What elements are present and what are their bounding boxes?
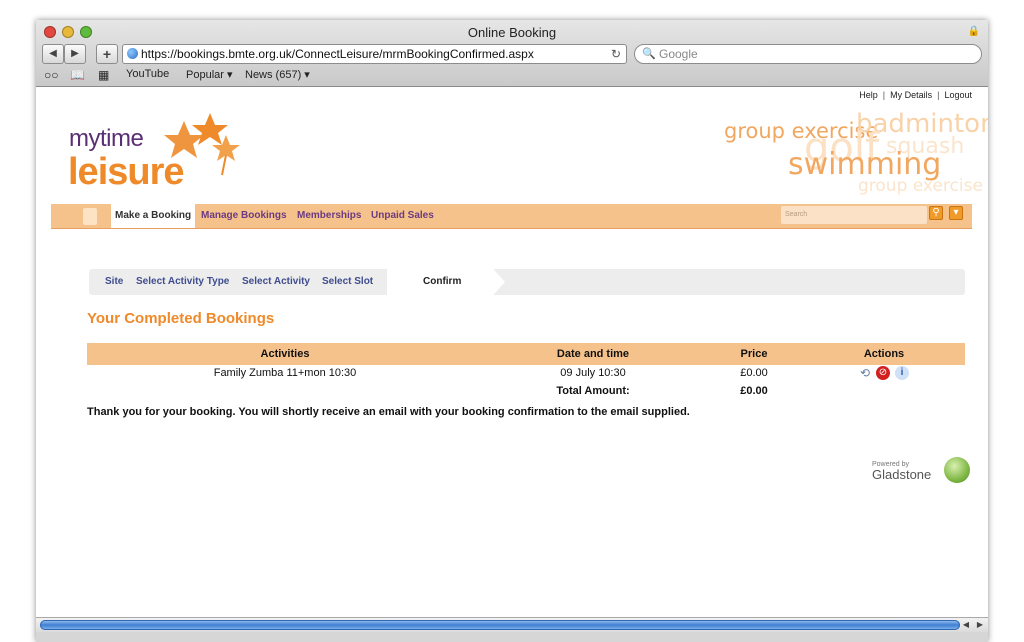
home-button[interactable] <box>67 207 113 227</box>
gladstone-brand: Gladstone <box>872 467 932 482</box>
powered-by: Powered by Gladstone <box>872 461 931 482</box>
info-icon[interactable]: i <box>895 366 909 380</box>
breadcrumb-select-activity-type[interactable]: Select Activity Type <box>136 269 229 295</box>
browser-window: Online Booking 🔒 ◀ ▶ + https://bookings.… <box>36 20 988 642</box>
logo-mytime: mytime <box>69 125 144 152</box>
bookmark-popular[interactable]: Popular ▾ <box>186 68 233 81</box>
scroll-left-arrow-icon[interactable]: ◀ <box>960 619 972 631</box>
back-arrow-icon: ◀ <box>49 48 57 59</box>
main-menu: Make a Booking Manage Bookings Membershi… <box>51 204 972 229</box>
bookmark-youtube[interactable]: YouTube <box>126 68 169 80</box>
search-placeholder: Google <box>659 47 698 61</box>
menu-memberships[interactable]: Memberships <box>297 204 361 228</box>
status-bar <box>36 632 988 642</box>
home-icon <box>83 208 97 225</box>
cell-activity: Family Zumba 11+mon 10:30 <box>213 367 357 379</box>
scrollbar-thumb[interactable] <box>40 620 960 630</box>
reload-icon[interactable]: ↻ <box>611 45 621 63</box>
search-icon: ⚲ <box>932 207 940 218</box>
forward-button[interactable]: ▶ <box>64 44 86 64</box>
menu-unpaid-sales[interactable]: Unpaid Sales <box>371 204 434 228</box>
site-search-button[interactable]: ⚲ <box>929 206 943 220</box>
breadcrumb-site[interactable]: Site <box>105 269 123 295</box>
search-icon: 🔍 <box>642 48 656 60</box>
cancel-booking-icon[interactable]: ⊘ <box>876 366 890 380</box>
back-button[interactable]: ◀ <box>42 44 64 64</box>
logo-figures-icon <box>164 113 240 176</box>
column-activities: Activities <box>260 348 310 360</box>
reading-glasses-icon[interactable]: ○○ <box>44 68 59 82</box>
gladstone-logo-icon <box>944 457 970 483</box>
confirmation-message: Thank you for your booking. You will sho… <box>87 406 690 418</box>
cell-price: £0.00 <box>740 367 768 379</box>
bookings-table-header: Activities Date and time Price Actions <box>87 343 965 365</box>
menu-make-a-booking[interactable]: Make a Booking <box>111 204 196 228</box>
address-bar[interactable]: https://bookings.bmte.org.uk/ConnectLeis… <box>122 44 627 64</box>
bookmarks-book-icon[interactable]: 📖 <box>70 68 85 82</box>
column-price: Price <box>740 348 768 360</box>
scroll-right-arrow-icon[interactable]: ▶ <box>974 619 986 631</box>
bookmark-news[interactable]: News (657) ▾ <box>245 68 310 81</box>
top-sites-grid-icon[interactable]: ▦ <box>98 68 109 82</box>
forward-arrow-icon: ▶ <box>71 48 79 59</box>
column-actions: Actions <box>863 348 905 360</box>
address-url: https://bookings.bmte.org.uk/ConnectLeis… <box>141 47 534 61</box>
menu-manage-bookings[interactable]: Manage Bookings <box>201 204 287 228</box>
dropdown-button[interactable]: ▾ <box>949 206 963 220</box>
breadcrumb-confirm-label: Confirm <box>423 276 462 287</box>
breadcrumb-select-activity[interactable]: Select Activity <box>242 269 310 295</box>
lock-icon: 🔒 <box>967 26 980 37</box>
globe-icon <box>127 48 138 59</box>
breadcrumb-confirm: Confirm <box>387 269 505 295</box>
rebook-icon[interactable]: ⟲ <box>858 366 872 380</box>
web-page: Help | My Details | Logout mytime leisure gr… <box>36 87 988 617</box>
breadcrumb-select-slot[interactable]: Select Slot <box>322 269 373 295</box>
cell-datetime: 09 July 10:30 <box>560 367 626 379</box>
browser-titlebar: Online Booking 🔒 ◀ ▶ + https://bookings.… <box>36 20 988 87</box>
column-date-time: Date and time <box>556 348 630 360</box>
search-field[interactable]: 🔍 Google <box>634 44 982 64</box>
banner-word: group exercise <box>858 176 983 196</box>
page-title: Your Completed Bookings <box>87 310 275 327</box>
site-search-input[interactable]: Search <box>781 206 927 224</box>
total-amount: £0.00 <box>740 385 768 397</box>
total-label: Total Amount: <box>556 385 630 397</box>
window-title: Online Booking <box>467 25 557 40</box>
banner-activities: group exercise badminton golf squash swi… <box>696 99 988 199</box>
add-bookmark-button[interactable]: + <box>96 44 118 64</box>
chevron-down-icon: ▾ <box>953 207 959 218</box>
booking-breadcrumb: Site Select Activity Type Select Activit… <box>89 269 965 295</box>
horizontal-scrollbar[interactable]: ◀ ▶ <box>36 617 988 633</box>
